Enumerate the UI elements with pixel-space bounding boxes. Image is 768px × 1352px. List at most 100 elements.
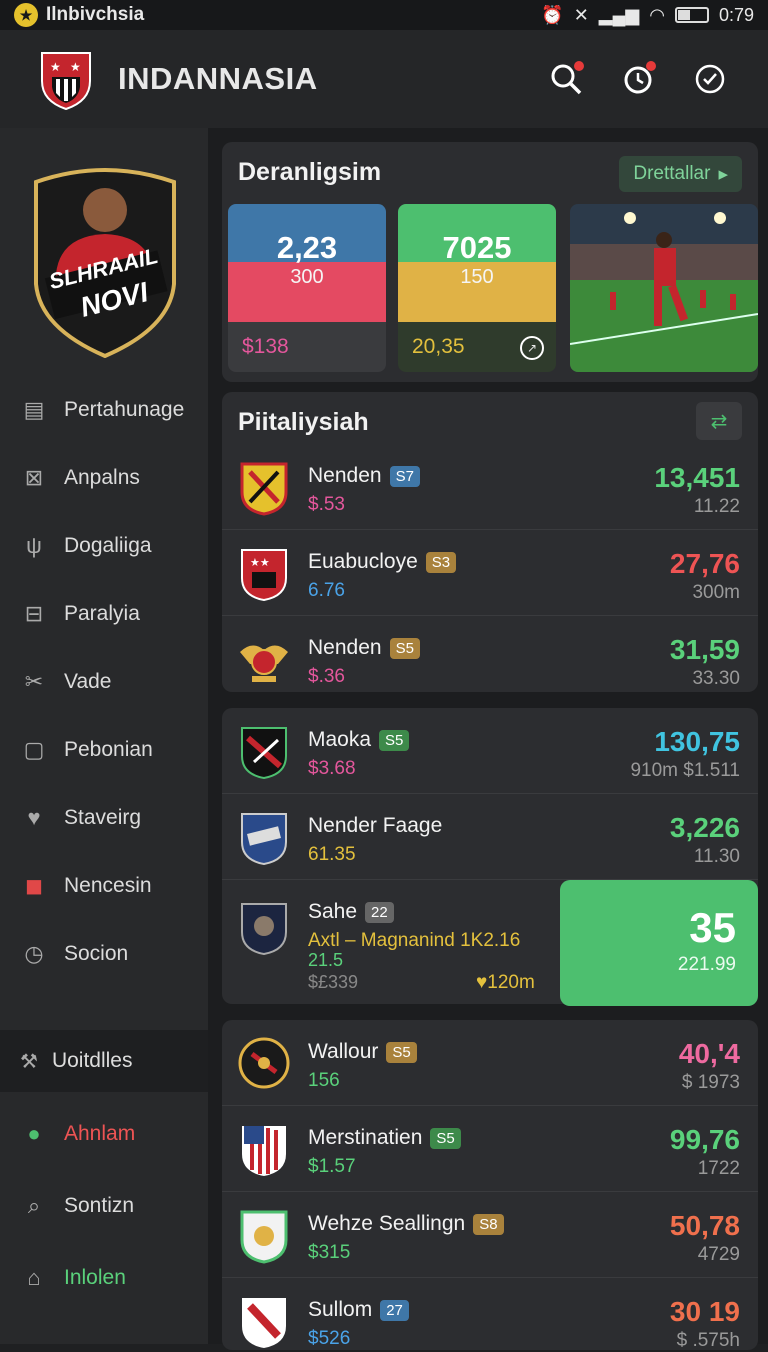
chat-icon: ▢: [23, 737, 45, 762]
sidebar-item-label: Ahnlam: [64, 1122, 136, 1145]
team-logo-icon: [241, 727, 287, 780]
ranking-card: Piitaliysiah ⇄ Nenden S7 $.53 13,451 11.2…: [222, 392, 758, 692]
sidebar-item-pertahunage[interactable]: ▤ Pertahunage: [0, 376, 208, 444]
sidebar-item-pebonian[interactable]: ▢ Pebonian: [0, 716, 208, 784]
featured-score-tile[interactable]: 35 221.99: [560, 880, 758, 1006]
tool-icon: ⚒: [20, 1050, 38, 1073]
team-value-sub: 11.30: [693, 846, 740, 867]
notification-button[interactable]: [618, 59, 658, 99]
status-time: 0:79: [718, 4, 754, 25]
player-profile-card[interactable]: SLHRAAIL NOVI: [30, 164, 180, 359]
team-badge: S5: [379, 729, 410, 751]
sidebar-item-vade[interactable]: ✂ Vade: [0, 648, 208, 716]
table-row[interactable]: Merstinatien S5 $1.57 99,76 1722: [222, 1106, 758, 1192]
stat-tile-2[interactable]: 20,35 7025 150 ↗: [398, 204, 556, 372]
table-row-featured[interactable]: Sahe 22 Axtl – Magnanind 1K2.16 21.5 $£33…: [222, 880, 758, 1006]
status-app-name: Ilnbivchsia: [46, 4, 145, 25]
team-logo-icon: ★★: [241, 549, 287, 602]
tulip-icon: ψ: [26, 533, 42, 558]
status-bar: ★ Ilnbivchsia ⏰ ✕ ▂▄▆ ◠ 0:79: [0, 0, 768, 30]
pin-icon: ♥: [476, 972, 488, 993]
sidebar-item-ahnlam[interactable]: ● Ahnlam: [0, 1098, 208, 1170]
expand-button[interactable]: ⇄: [696, 402, 742, 440]
team-name: Sahe: [308, 900, 358, 923]
team-name: Merstinatien: [308, 1126, 423, 1149]
team-name: Sullom: [308, 1298, 373, 1321]
sidebar-section-label: Uoitdlles: [51, 1049, 133, 1072]
mute-icon: ✕: [573, 4, 589, 25]
team-value: 130,75: [654, 726, 740, 757]
table-row[interactable]: Wehze Seallingn S8 $315 50,78 4729: [222, 1192, 758, 1278]
sidebar-section-header[interactable]: ⚒ Uoitdlles: [0, 1030, 208, 1092]
team-value-sub: 33.30: [692, 668, 740, 689]
stat-tile-1[interactable]: $138 2,23 300: [228, 204, 386, 372]
sidebar: SLHRAAIL NOVI ▤ Pertahunage ⊠ Anpalns ψ Dog…: [0, 128, 208, 1344]
check-circle-icon: [695, 64, 725, 94]
sidebar-item-label: Sontizn: [64, 1194, 135, 1217]
svg-text:★: ★: [50, 60, 61, 74]
sidebar-item-anpalns[interactable]: ⊠ Anpalns: [0, 444, 208, 512]
team-sub: $3.68: [308, 758, 356, 779]
team-logo-icon: [240, 1210, 288, 1264]
table-row[interactable]: Sullom 27 $526 30 19 $ .575h: [222, 1278, 758, 1351]
play-icon: ▸: [718, 163, 728, 185]
team-value-sub: 4729: [697, 1244, 740, 1265]
sidebar-item-staveirg[interactable]: ♥ Staveirg: [0, 784, 208, 852]
sidebar-item-sontizn[interactable]: ⌕ Sontizn: [0, 1170, 208, 1242]
team-sub: $.36: [308, 666, 345, 687]
club-logo-icon[interactable]: ★ ★: [38, 47, 94, 111]
battery-icon: [674, 7, 709, 23]
ranking-title: Piitaliysiah: [238, 408, 369, 436]
table-row[interactable]: Wallour S5 156 40,'4 $ 1973: [222, 1020, 758, 1106]
grid-icon: ⊠: [24, 465, 44, 490]
card-icon: ▤: [23, 397, 45, 422]
match-photo[interactable]: [570, 204, 758, 372]
sidebar-item-paralyia[interactable]: ⊟ Paralyia: [0, 580, 208, 648]
table-row[interactable]: ★★ Euabucloye S3 6.76 27,76 300m: [222, 530, 758, 616]
clock-icon: ◷: [24, 941, 44, 966]
svg-text:★★: ★★: [250, 557, 270, 569]
search-button[interactable]: [546, 59, 586, 99]
confirm-button[interactable]: [690, 59, 730, 99]
team-sub: $1.57: [308, 1156, 356, 1177]
details-button[interactable]: Drettallar ▸: [619, 156, 742, 192]
team-sub: 61.35: [308, 844, 356, 865]
app-status-icon: ★: [14, 3, 38, 27]
tile-2-big: 7025: [442, 230, 512, 265]
team-logo-icon: [240, 462, 288, 516]
team-name: Nenden: [308, 636, 382, 659]
team-value-sub: 300m: [692, 582, 740, 603]
table-row[interactable]: Nender Faage 61.35 3,226 11.30: [222, 794, 758, 880]
team-badge: S8: [473, 1213, 504, 1235]
sidebar-item-inlolen[interactable]: ⌂ Inlolen: [0, 1242, 208, 1314]
team-logo-icon: [238, 1037, 290, 1089]
main-content: Deranligsim Drettallar ▸ $138 2,23 300 2…: [208, 128, 768, 1351]
sidebar-item-label: Nencesin: [64, 874, 152, 897]
app-title: INDANNASIA: [118, 61, 318, 96]
app-header: ★ ★ INDANNASIA: [0, 30, 768, 128]
team-badge: S5: [386, 1041, 417, 1063]
sidebar-item-nencesin[interactable]: ◼ Nencesin: [0, 852, 208, 920]
team-value-sub: $ 1973: [681, 1072, 740, 1093]
team-sub: 156: [308, 1070, 340, 1091]
sidebar-item-dogaliiga[interactable]: ψ Dogaliiga: [0, 512, 208, 580]
team-value: 3,226: [669, 812, 740, 843]
team-badge: S5: [389, 637, 420, 659]
team-value-sub: 910m $1.511: [630, 760, 740, 781]
featured-score-sub: 221.99: [677, 954, 736, 975]
team-logo-icon: [242, 1126, 286, 1176]
match-description: Axtl – Magnanind 1K2.16: [308, 930, 521, 951]
table-row[interactable]: Nenden S7 $.53 13,451 11.22: [222, 444, 758, 530]
sidebar-item-socion[interactable]: ◷ Socion: [0, 920, 208, 988]
league-card: Wallour S5 156 40,'4 $ 1973 Merstinatien S…: [222, 1020, 758, 1351]
svg-text:★: ★: [70, 60, 81, 74]
team-logo-icon: [241, 903, 287, 956]
team-value-sub: 1722: [697, 1158, 740, 1179]
table-row[interactable]: Nenden S5 $.36 31,59 33.30: [222, 616, 758, 702]
search-doc-icon: ⌕: [27, 1193, 41, 1218]
scissors-icon: ✂: [24, 669, 44, 694]
table-row[interactable]: Maoka S5 $3.68 130,75 910m $1.511: [222, 708, 758, 794]
sidebar-item-label: Anpalns: [64, 466, 140, 489]
sidebar-item-label: Staveirg: [64, 806, 142, 829]
ghost-icon: ●: [27, 1121, 41, 1146]
